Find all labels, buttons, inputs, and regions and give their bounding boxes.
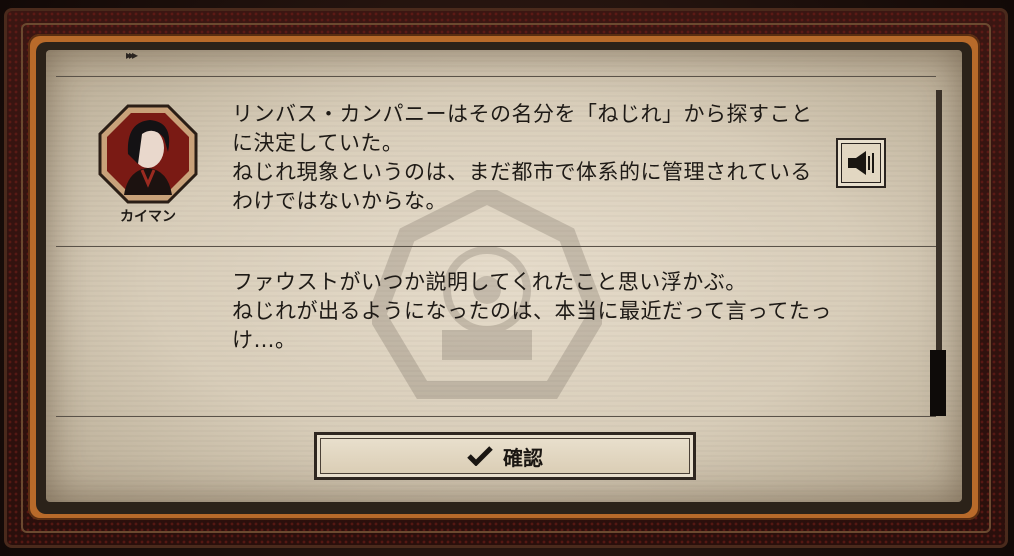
voice-play-button[interactable] (836, 138, 886, 188)
confirm-button[interactable]: 確認 (314, 432, 696, 480)
speaker-icon (848, 151, 874, 175)
scrollbar-thumb[interactable] (930, 350, 946, 416)
dialogue-text: リンバス・カンパニーはその名分を「ねじれ」から探すことに決定していた。 ねじれ現… (232, 102, 813, 213)
speaker-portrait (98, 104, 198, 204)
divider (56, 416, 936, 417)
divider (56, 76, 936, 77)
dialog-log-panel: ▸▸▸ カイマン リンバス・カンパニーはその名分を「ねじれ」から探すことに決定し… (46, 50, 962, 502)
checkmark-icon (467, 446, 493, 466)
confirm-label: 確認 (503, 445, 543, 470)
dialogue-text: ファウストがいつか説明してくれたこと思い浮かぶ。 ねじれが出るようになったのは、… (232, 270, 832, 352)
divider (56, 246, 936, 247)
scroll-up-indicator-icon: ▸▸▸ (126, 50, 138, 62)
game-screen: ▸▸▸ カイマン リンバス・カンパニーはその名分を「ねじれ」から探すことに決定し… (0, 0, 1014, 556)
speaker-name: カイマン (120, 209, 176, 225)
